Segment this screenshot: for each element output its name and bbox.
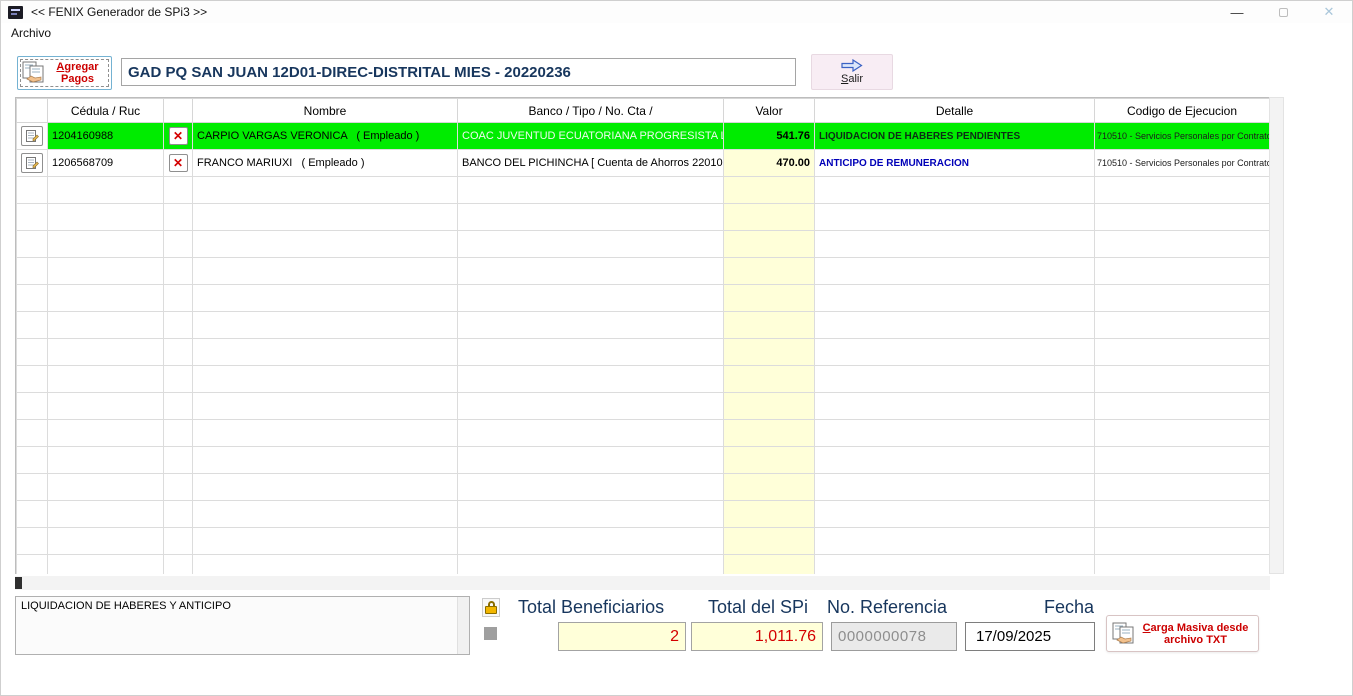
arrow-right-icon xyxy=(841,59,863,72)
table-row-empty xyxy=(17,474,1270,501)
cell-cedula: 1206568709 xyxy=(48,150,164,177)
cell-valor: 541.76 xyxy=(724,123,815,150)
payments-grid: Cédula / Ruc Nombre Banco / Tipo / No. C… xyxy=(15,97,1270,574)
total-beneficiarios-value: 2 xyxy=(558,622,686,651)
carga-masiva-label: Carga Masiva desde archivo TXT xyxy=(1137,622,1254,646)
table-row-empty xyxy=(17,339,1270,366)
table-row-empty xyxy=(17,393,1270,420)
menubar: Archivo xyxy=(1,23,1352,43)
cell-banco: COAC JUVENTUD ECUATORIANA PROGRESISTA LT… xyxy=(458,123,724,150)
app-icon xyxy=(8,6,23,19)
entity-title-input[interactable] xyxy=(121,58,796,86)
agregar-pagos-button[interactable]: Agregar Pagos xyxy=(17,56,112,90)
cell-detalle: LIQUIDACION DE HABERES PENDIENTES xyxy=(815,123,1095,150)
menu-item-archivo[interactable]: Archivo xyxy=(1,26,61,40)
cell-valor: 470.00 xyxy=(724,150,815,177)
table-row-empty xyxy=(17,204,1270,231)
table-row[interactable]: 1204160988 ✕ CARPIO VARGAS VERONICA ( Em… xyxy=(17,123,1270,150)
delete-row-button[interactable]: ✕ xyxy=(169,127,188,145)
fecha-label: Fecha xyxy=(1044,597,1094,618)
delete-row-button[interactable]: ✕ xyxy=(169,154,188,172)
header-nombre: Nombre xyxy=(193,99,458,123)
papers-hand-icon xyxy=(1111,622,1137,646)
header-valor: Valor xyxy=(724,99,815,123)
header-cedula: Cédula / Ruc xyxy=(48,99,164,123)
edit-icon xyxy=(26,157,39,170)
edit-row-button[interactable] xyxy=(21,153,43,173)
total-beneficiarios-label: Total Beneficiarios xyxy=(518,597,664,618)
scrollbar-thumb[interactable] xyxy=(15,577,22,589)
cell-detalle: ANTICIPO DE REMUNERACION xyxy=(815,150,1095,177)
description-textarea[interactable]: LIQUIDACION DE HABERES Y ANTICIPO xyxy=(16,597,456,652)
table-row-empty xyxy=(17,285,1270,312)
table-row-empty xyxy=(17,555,1270,575)
salir-label: Salir xyxy=(841,73,863,85)
table-row-empty xyxy=(17,231,1270,258)
cell-nombre: CARPIO VARGAS VERONICA ( Empleado ) xyxy=(193,123,458,150)
cell-codigo: 710510 - Servicios Personales por Contra… xyxy=(1095,150,1270,177)
cell-nombre: FRANCO MARIUXI ( Empleado ) xyxy=(193,150,458,177)
fenix-window: { "window": { "title": "<< FENIX Generad… xyxy=(0,0,1353,696)
header-banco: Banco / Tipo / No. Cta / xyxy=(458,99,724,123)
titlebar: << FENIX Generador de SPi3 >> — ✕ xyxy=(1,1,1352,23)
table-row-empty xyxy=(17,528,1270,555)
total-spi-value: 1,011.76 xyxy=(691,622,823,651)
description-scrollbar[interactable] xyxy=(457,597,469,654)
cell-codigo: 710510 - Servicios Personales por Contra… xyxy=(1095,123,1270,150)
referencia-value: 0000000078 xyxy=(831,622,957,651)
table-row-empty xyxy=(17,258,1270,285)
description-box: LIQUIDACION DE HABERES Y ANTICIPO xyxy=(15,596,470,655)
minimize-button[interactable]: — xyxy=(1214,1,1260,23)
carga-masiva-button[interactable]: Carga Masiva desde archivo TXT xyxy=(1106,615,1259,652)
edit-icon xyxy=(26,130,39,143)
gray-indicator-square xyxy=(484,627,497,640)
fecha-value[interactable]: 17/09/2025 xyxy=(965,622,1095,651)
horizontal-scrollbar[interactable] xyxy=(15,576,1270,590)
header-codigo: Codigo de Ejecucion xyxy=(1095,99,1270,123)
salir-button[interactable]: Salir xyxy=(811,54,893,90)
lock-button[interactable] xyxy=(482,598,500,617)
table-row-empty xyxy=(17,420,1270,447)
window-title: << FENIX Generador de SPi3 >> xyxy=(31,5,207,19)
header-detalle: Detalle xyxy=(815,99,1095,123)
papers-hand-icon xyxy=(21,61,47,85)
table-row-empty xyxy=(17,312,1270,339)
table-row-empty xyxy=(17,501,1270,528)
cell-cedula: 1204160988 xyxy=(48,123,164,150)
header-delete-col xyxy=(164,99,193,123)
table-row-empty xyxy=(17,366,1270,393)
window-controls: — ✕ xyxy=(1214,1,1352,23)
header-edit-col xyxy=(17,99,48,123)
total-spi-label: Total del SPi xyxy=(708,597,808,618)
close-button[interactable]: ✕ xyxy=(1306,1,1352,23)
vertical-scrollbar[interactable] xyxy=(1269,97,1284,574)
maximize-icon xyxy=(1279,8,1288,17)
maximize-button[interactable] xyxy=(1260,1,1306,23)
table-row-empty xyxy=(17,177,1270,204)
referencia-label: No. Referencia xyxy=(827,597,947,618)
grid-header-row: Cédula / Ruc Nombre Banco / Tipo / No. C… xyxy=(17,99,1270,123)
table-row-empty xyxy=(17,447,1270,474)
agregar-pagos-label: Agregar Pagos xyxy=(47,61,108,85)
cell-banco: BANCO DEL PICHINCHA [ Cuenta de Ahorros … xyxy=(458,150,724,177)
table-row[interactable]: 1206568709 ✕ FRANCO MARIUXI ( Empleado )… xyxy=(17,150,1270,177)
edit-row-button[interactable] xyxy=(21,126,43,146)
